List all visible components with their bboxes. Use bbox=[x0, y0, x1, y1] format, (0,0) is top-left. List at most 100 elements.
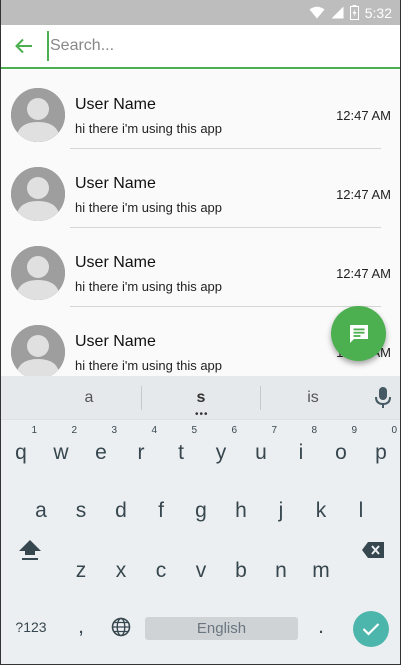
suggestion-1[interactable]: a bbox=[59, 376, 119, 420]
key-x[interactable]: x bbox=[101, 540, 141, 596]
person-icon bbox=[11, 167, 65, 221]
more-suggestions-dots: ••• bbox=[195, 409, 209, 420]
key-p[interactable]: 0p bbox=[361, 422, 401, 478]
key-r[interactable]: 4r bbox=[121, 422, 161, 478]
contact-name: User Name bbox=[75, 175, 156, 192]
key-y[interactable]: 6y bbox=[201, 422, 241, 478]
enter-key[interactable] bbox=[353, 611, 389, 647]
status-time: 5:32 bbox=[364, 4, 392, 21]
key-label: g bbox=[195, 499, 207, 522]
contact-name: User Name bbox=[75, 254, 156, 271]
back-button[interactable] bbox=[1, 24, 47, 68]
key-v[interactable]: v bbox=[181, 540, 221, 596]
key-label: a bbox=[35, 499, 47, 522]
key-hint: 8 bbox=[311, 425, 317, 436]
key-b[interactable]: b bbox=[221, 540, 261, 596]
person-icon bbox=[11, 325, 65, 376]
search-bar bbox=[1, 25, 400, 69]
key-label: e bbox=[95, 441, 107, 464]
key-label: r bbox=[137, 441, 145, 464]
suggestion-3[interactable]: is bbox=[283, 376, 343, 420]
language-key[interactable] bbox=[101, 599, 141, 655]
status-bar: 5:32 bbox=[1, 0, 400, 25]
key-label: v bbox=[195, 559, 207, 582]
avatar bbox=[11, 325, 65, 376]
avatar bbox=[11, 167, 65, 221]
list-item[interactable]: User Name hi there i'm using this app 12… bbox=[1, 149, 400, 228]
key-j[interactable]: j bbox=[261, 480, 301, 536]
key-label: s bbox=[75, 499, 87, 522]
contact-status: hi there i'm using this app bbox=[75, 200, 223, 215]
key-hint: 5 bbox=[191, 425, 197, 436]
key-label: b bbox=[235, 559, 247, 582]
shift-icon bbox=[19, 540, 41, 560]
key-label: p bbox=[375, 441, 387, 464]
person-icon bbox=[11, 246, 65, 300]
contact-name: User Name bbox=[75, 333, 156, 350]
key-label: f bbox=[158, 499, 164, 522]
key-label: u bbox=[255, 441, 267, 464]
key-w[interactable]: 2w bbox=[41, 422, 81, 478]
key-hint: 0 bbox=[391, 425, 397, 436]
wifi-icon bbox=[309, 6, 325, 19]
new-message-button[interactable] bbox=[331, 306, 386, 361]
avatar bbox=[11, 88, 65, 142]
soft-keyboard: a s ••• is 1q2w3e4r5t6y7u8i9o0p asdfghjk… bbox=[1, 376, 400, 664]
key-label: j bbox=[278, 499, 284, 522]
key-label: z bbox=[75, 559, 87, 582]
list-item[interactable]: User Name hi there i'm using this app 12… bbox=[1, 70, 400, 149]
key-hint: 6 bbox=[231, 425, 237, 436]
search-input[interactable] bbox=[47, 31, 377, 61]
comma-key[interactable]: , bbox=[61, 599, 101, 655]
arrow-left-icon bbox=[15, 38, 32, 54]
key-o[interactable]: 9o bbox=[321, 422, 361, 478]
key-n[interactable]: n bbox=[261, 540, 301, 596]
key-label: i bbox=[298, 441, 304, 464]
key-q[interactable]: 1q bbox=[1, 422, 41, 478]
key-hint: 7 bbox=[271, 425, 277, 436]
key-hint: 3 bbox=[111, 425, 117, 436]
key-i[interactable]: 8i bbox=[281, 422, 321, 478]
shift-key[interactable] bbox=[10, 522, 50, 578]
period-key[interactable]: . bbox=[301, 599, 341, 655]
signal-icon bbox=[331, 6, 344, 19]
key-label: n bbox=[275, 559, 287, 582]
key-label: w bbox=[53, 441, 69, 464]
key-m[interactable]: m bbox=[301, 540, 341, 596]
key-label: c bbox=[155, 559, 167, 582]
backspace-key[interactable] bbox=[353, 522, 393, 578]
key-e[interactable]: 3e bbox=[81, 422, 121, 478]
key-label: h bbox=[235, 499, 247, 522]
key-h[interactable]: h bbox=[221, 480, 261, 536]
suggestion-divider bbox=[141, 386, 142, 410]
key-u[interactable]: 7u bbox=[241, 422, 281, 478]
space-key[interactable]: English bbox=[145, 617, 298, 640]
microphone-icon bbox=[375, 387, 391, 408]
key-s[interactable]: s bbox=[61, 480, 101, 536]
key-hint: 2 bbox=[71, 425, 77, 436]
contact-time: 12:47 AM bbox=[336, 266, 391, 281]
mic-button[interactable] bbox=[373, 386, 393, 410]
key-label: m bbox=[312, 559, 330, 582]
status-icons: 5:32 bbox=[309, 3, 392, 22]
key-d[interactable]: d bbox=[101, 480, 141, 536]
symbols-key[interactable]: ?123 bbox=[11, 599, 51, 655]
key-c[interactable]: c bbox=[141, 540, 181, 596]
suggestion-strip: a s ••• is bbox=[1, 376, 400, 420]
key-hint: 4 bbox=[151, 425, 157, 436]
key-z[interactable]: z bbox=[61, 540, 101, 596]
contact-status: hi there i'm using this app bbox=[75, 279, 223, 294]
contact-name: User Name bbox=[75, 96, 156, 113]
key-label: y bbox=[215, 441, 227, 464]
key-f[interactable]: f bbox=[141, 480, 181, 536]
contact-status: hi there i'm using this app bbox=[75, 358, 223, 373]
key-t[interactable]: 5t bbox=[161, 422, 201, 478]
list-item[interactable]: User Name hi there i'm using this app 12… bbox=[1, 228, 400, 307]
contact-status: hi there i'm using this app bbox=[75, 121, 223, 136]
key-k[interactable]: k bbox=[301, 480, 341, 536]
key-label: t bbox=[178, 441, 184, 464]
backspace-icon bbox=[362, 542, 384, 558]
key-g[interactable]: g bbox=[181, 480, 221, 536]
key-label: k bbox=[315, 499, 327, 522]
avatar bbox=[11, 246, 65, 300]
